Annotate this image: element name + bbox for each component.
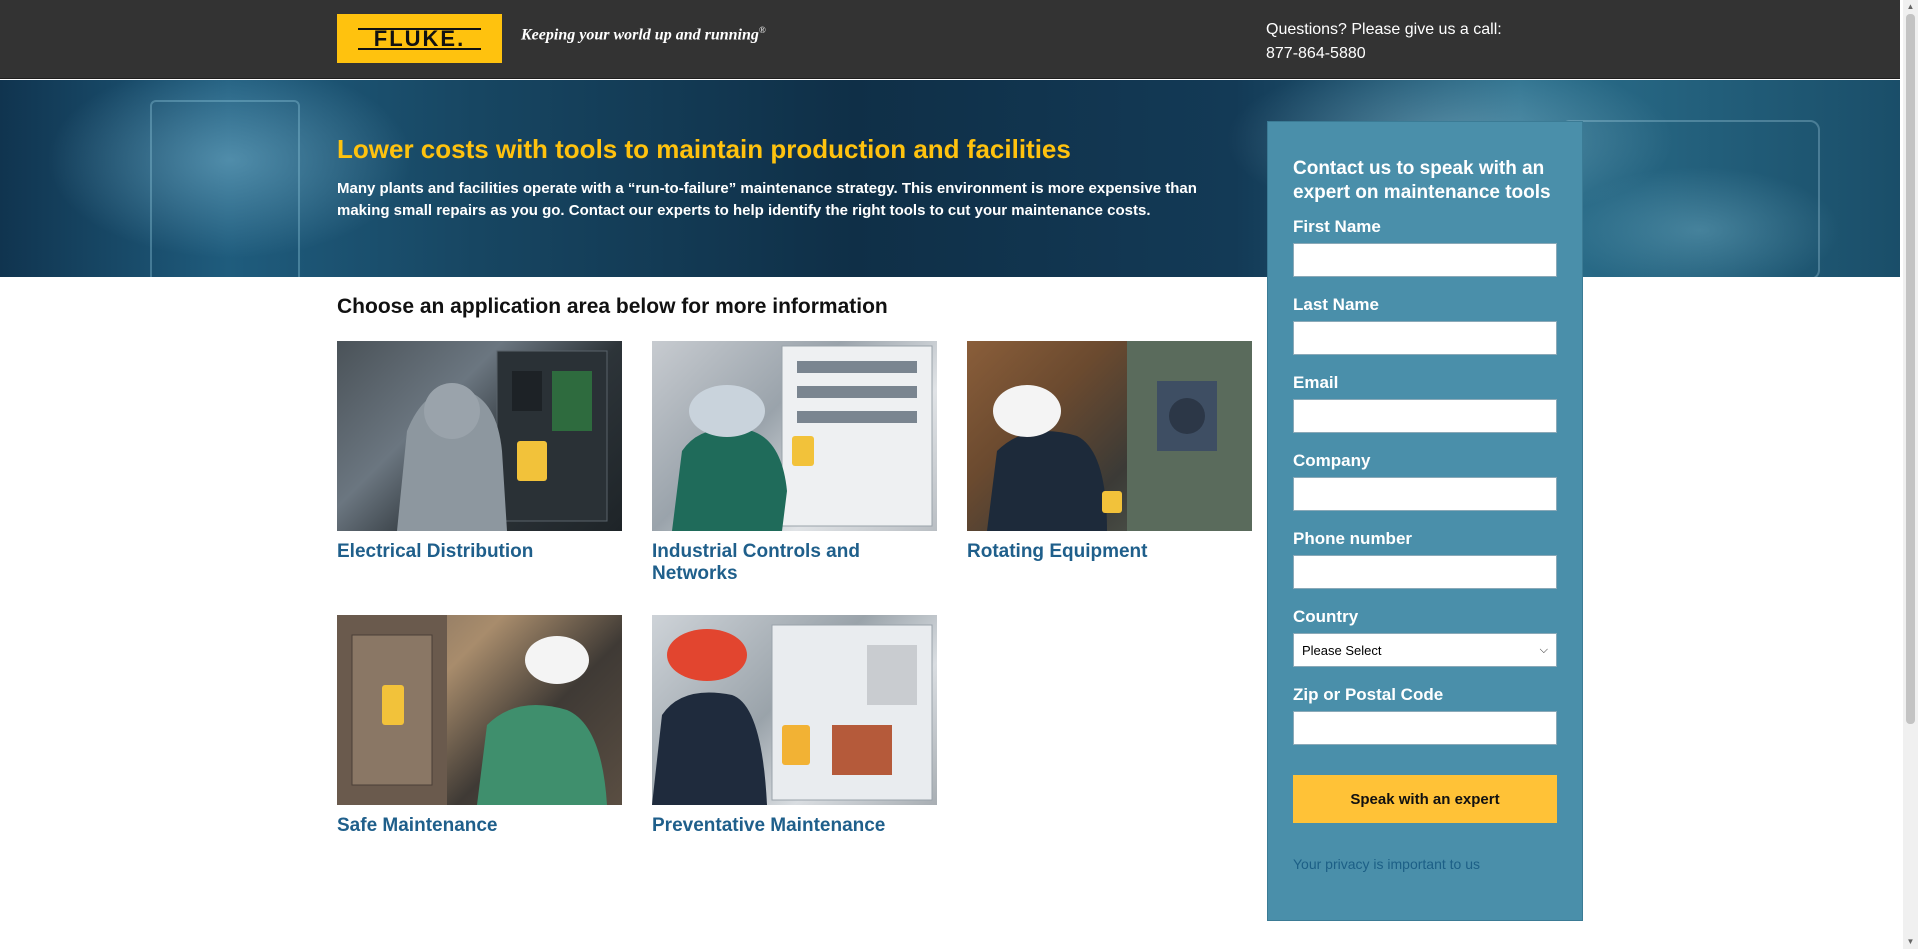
card-industrial-controls[interactable]: Industrial Controls and Networks xyxy=(652,341,937,585)
worker-illustration xyxy=(652,624,933,805)
worker-illustration xyxy=(987,341,1252,531)
fluke-logo[interactable]: FLUKE. xyxy=(337,14,502,63)
last-name-label: Last Name xyxy=(1293,295,1379,314)
country-label: Country xyxy=(1293,607,1359,626)
tagline: Keeping your world up and running® xyxy=(521,25,766,44)
contact-phone-block: Questions? Please give us a call: 877-86… xyxy=(1266,18,1502,66)
hero-machine-shape-2 xyxy=(1560,120,1820,277)
privacy-link[interactable]: Your privacy is important to us xyxy=(1293,856,1480,872)
arrow-up-icon[interactable]: ▲ xyxy=(1903,0,1918,14)
first-name-input[interactable] xyxy=(1293,243,1557,277)
card-preventative-maintenance[interactable]: Preventative Maintenance xyxy=(652,615,937,837)
preventative-maintenance-image[interactable] xyxy=(652,615,937,805)
phone-label: Phone number xyxy=(1293,529,1413,548)
card-electrical-distribution[interactable]: Electrical Distribution xyxy=(337,341,622,563)
chevron-down-icon: ⌵ xyxy=(1539,643,1548,656)
card-safe-maintenance[interactable]: Safe Maintenance xyxy=(337,615,622,837)
arrow-down-icon[interactable]: ▼ xyxy=(1903,935,1918,949)
card-title[interactable]: Rotating Equipment xyxy=(967,541,1252,563)
logo-text: FLUKE. xyxy=(373,25,466,51)
phone-input[interactable] xyxy=(1293,555,1557,589)
country-selected-value: Please Select xyxy=(1302,642,1382,658)
electrical-distribution-image[interactable] xyxy=(337,341,622,531)
worker-illustration xyxy=(337,615,607,805)
call-prompt: Questions? Please give us a call: xyxy=(1266,21,1502,38)
hero-machine-shape xyxy=(150,100,300,277)
hero-description: Many plants and facilities operate with … xyxy=(337,180,1197,219)
company-label: Company xyxy=(1293,451,1371,470)
registered-mark: ® xyxy=(758,25,766,35)
email-input[interactable] xyxy=(1293,399,1557,433)
contact-form-panel: Contact us to speak with an expert on ma… xyxy=(1267,121,1583,921)
logo-frame: FLUKE. xyxy=(358,25,481,51)
speak-with-expert-button[interactable]: Speak with an expert xyxy=(1293,775,1557,823)
first-name-label: First Name xyxy=(1293,217,1381,236)
hero-title: Lower costs with tools to maintain produ… xyxy=(337,134,1071,164)
last-name-input[interactable] xyxy=(1293,321,1557,355)
card-title[interactable]: Electrical Distribution xyxy=(337,541,622,563)
card-title[interactable]: Safe Maintenance xyxy=(337,815,622,837)
tagline-text: Keeping your world up and running xyxy=(521,26,759,44)
email-label: Email xyxy=(1293,373,1339,392)
rotating-equipment-image[interactable] xyxy=(967,341,1252,531)
card-title[interactable]: Industrial Controls and Networks xyxy=(652,541,937,585)
card-title[interactable]: Preventative Maintenance xyxy=(652,815,937,837)
phone-number[interactable]: 877-864-5880 xyxy=(1266,42,1502,66)
section-title: Choose an application area below for mor… xyxy=(337,295,888,318)
zip-label: Zip or Postal Code xyxy=(1293,685,1444,704)
page-scrollbar[interactable]: ▲ ▼ xyxy=(1903,0,1918,949)
worker-illustration xyxy=(672,345,933,531)
safe-maintenance-image[interactable] xyxy=(337,615,622,805)
industrial-controls-image[interactable] xyxy=(652,341,937,531)
country-select[interactable]: Please Select ⌵ xyxy=(1293,633,1557,667)
card-rotating-equipment[interactable]: Rotating Equipment xyxy=(967,341,1252,563)
form-title: Contact us to speak with an expert on ma… xyxy=(1293,158,1551,203)
scroll-thumb[interactable] xyxy=(1906,14,1915,724)
worker-illustration xyxy=(397,350,608,531)
top-header: FLUKE. Keeping your world up and running… xyxy=(0,0,1900,79)
zip-input[interactable] xyxy=(1293,711,1557,745)
company-input[interactable] xyxy=(1293,477,1557,511)
